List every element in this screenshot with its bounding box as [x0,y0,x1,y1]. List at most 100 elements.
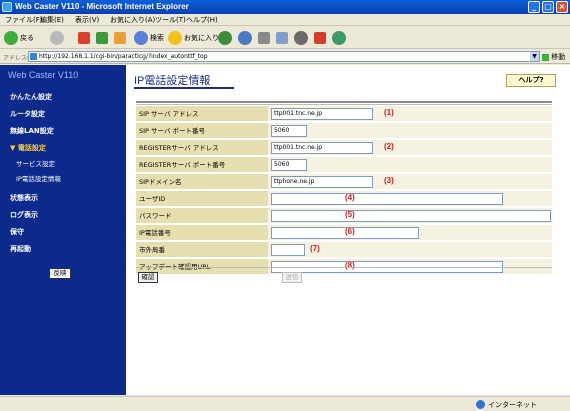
field-value-cell: (4) [268,191,552,207]
menu-view[interactable]: 表示(V) [75,15,99,25]
menu-help[interactable]: ヘルプ(H) [186,15,218,25]
field-label: REGISTERサーバ アドレス [136,140,268,156]
minimize-button[interactable]: _ [528,1,540,13]
go-button[interactable]: 移動 [542,52,565,62]
menu-favorites[interactable]: お気に入り(A) [110,15,155,25]
menu-file[interactable]: ファイル(F) [5,15,43,25]
annotation-mark: (6) [345,227,355,236]
address-input[interactable]: http://192.168.1.1/cgi-bin/paractlcg/?in… [28,51,540,62]
form-row: 市外局番 (7) [136,242,552,259]
form-row: REGISTERサーバ アドレス ttp001.tnc.ne.jp (2) [136,140,552,157]
address-bar: アドレス(D) http://192.168.1.1/cgi-bin/parac… [0,50,570,64]
sip-domain-input[interactable]: ttphone.ne.jp [271,176,373,188]
annotation-mark: (4) [345,193,355,202]
sidebar-item-phone-setup[interactable]: ▼ 電話設定 [10,143,46,153]
messenger-icon [332,30,346,45]
home-button[interactable] [114,30,126,45]
sidebar: Web Caster V110 かんたん設定 ルータ設定 無線LAN設定 ▼ 電… [0,65,126,395]
sidebar-brand: Web Caster V110 [8,70,79,80]
messenger-button[interactable] [332,30,346,45]
toolbar: 戻る 検索 お気に入り [0,27,570,49]
form-row: REGISTERサーバ ポート番号 5060 [136,157,552,174]
sip-server-address-input[interactable]: ttp001.tnc.ne.jp [271,108,373,120]
field-label: 市外局番 [136,242,268,258]
print-icon [258,31,270,44]
sidebar-item-log[interactable]: ログ表示 [10,210,38,220]
stop-button[interactable] [78,30,90,45]
sidebar-item-maintenance[interactable]: 保守 [10,227,24,237]
sip-server-port-input[interactable]: 5060 [271,125,307,137]
sidebar-item-status[interactable]: 状態表示 [10,193,38,203]
favorites-button[interactable]: お気に入り [168,30,219,45]
form-row: パスワード (5) [136,208,552,225]
status-bar: インターネット [0,396,570,411]
annotation-mark: (7) [310,244,320,253]
home-icon [114,31,126,44]
annotation-mark: (2) [384,142,394,151]
form-row: SIP サーバ アドレス ttp001.tnc.ne.jp (1) [136,106,552,123]
field-label: パスワード [136,208,268,224]
field-value-cell: 5060 [268,157,552,173]
back-button[interactable]: 戻る [4,30,34,45]
field-label: SIPドメイン名 [136,174,268,190]
close-button[interactable]: × [556,1,568,13]
sidebar-item-ip-phone-info[interactable]: IP電話設定情報 [16,173,61,183]
menu-tools[interactable]: ツール(T) [155,15,186,25]
forward-button[interactable] [50,30,64,45]
reflect-button[interactable]: 反映 [49,268,71,279]
sidebar-item-service-setup[interactable]: サービス設定 [16,158,55,168]
sidebar-item-easy-setup[interactable]: かんたん設定 [10,92,52,102]
field-value-cell: (6) [268,225,552,241]
print-button[interactable] [258,30,270,45]
field-label: SIP サーバ アドレス [136,106,268,122]
chevron-down-icon[interactable]: ▼ [530,52,539,61]
search-icon [134,30,148,45]
field-label: REGISTERサーバ ポート番号 [136,157,268,173]
confirm-button[interactable]: 確認 [138,272,158,283]
user-id-input[interactable] [271,193,503,205]
main-content: IP電話設定情報 ヘルプ? SIP サーバ アドレス ttp001.tnc.ne… [126,65,570,395]
area-code-input[interactable] [271,244,305,256]
mail-icon [238,30,252,45]
page-title: IP電話設定情報 [134,75,211,87]
go-arrow-icon [542,53,549,61]
refresh-button[interactable] [96,30,108,45]
sidebar-item-wireless-setup[interactable]: 無線LAN設定 [10,126,54,136]
menu-edit[interactable]: 編集(E) [40,15,64,25]
refresh-icon [96,31,108,44]
back-arrow-icon [4,30,18,45]
annotation-mark: (3) [384,176,394,185]
annotation-mark: (8) [345,261,355,270]
sidebar-item-restart[interactable]: 再起動 [10,244,31,254]
field-label: IP電話番号 [136,225,268,241]
divider [136,101,552,103]
field-label: ユーザID [136,191,268,207]
field-label: SIP サーバ ポート番号 [136,123,268,139]
discuss-button[interactable] [294,30,308,45]
maximize-button[interactable]: □ [542,1,554,13]
research-button[interactable] [314,30,326,45]
sidebar-item-router-setup[interactable]: ルータ設定 [10,109,45,119]
history-icon [218,30,232,45]
annotation-mark: (1) [384,108,394,117]
globe-icon [476,400,485,409]
form-row: ユーザID (4) [136,191,552,208]
divider [136,267,552,268]
forward-arrow-icon [50,30,64,45]
search-button[interactable]: 検索 [134,30,164,45]
mail-button[interactable] [238,30,252,45]
menu-bar: ファイル(F) 編集(E) 表示(V) お気に入り(A) ツール(T) ヘルプ(… [0,14,570,26]
help-button[interactable]: ヘルプ? [506,74,556,87]
edit-button[interactable] [276,30,288,45]
send-button[interactable]: 送信 [282,272,302,283]
field-value-cell: ttp001.tnc.ne.jp (1) [268,106,552,122]
field-value-cell: (7) [268,242,552,258]
window-title: Web Caster V110 - Microsoft Internet Exp… [15,2,189,11]
register-server-port-input[interactable]: 5060 [271,159,307,171]
form-row: SIPドメイン名 ttphone.ne.jp (3) [136,174,552,191]
ie-icon [2,2,12,12]
history-button[interactable] [218,30,232,45]
form-row: IP電話番号 (6) [136,225,552,242]
password-input[interactable] [271,210,551,222]
register-server-address-input[interactable]: ttp001.tnc.ne.jp [271,142,373,154]
